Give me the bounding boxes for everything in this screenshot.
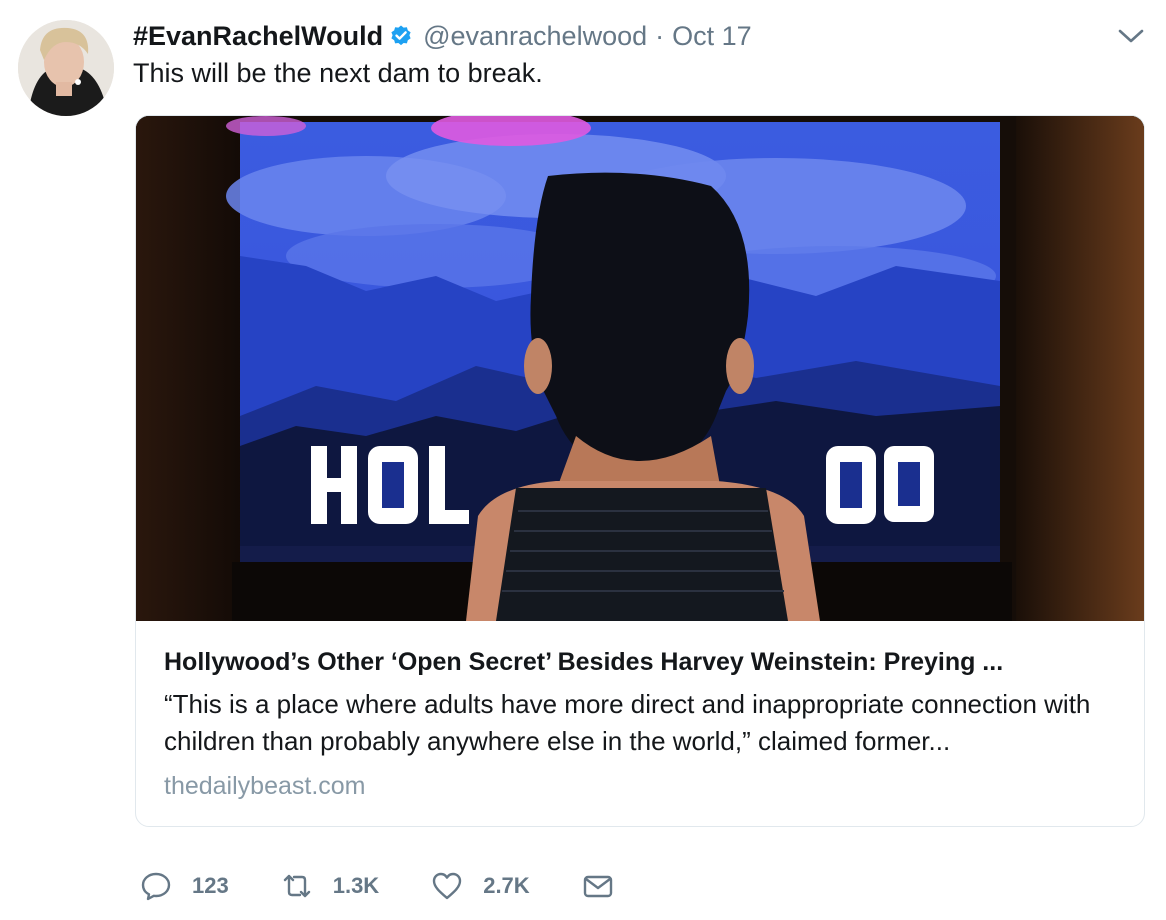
heart-icon: [431, 870, 463, 902]
like-count: 2.7K: [483, 873, 530, 898]
tweet-actions: 123 1.3K 2.7K: [140, 866, 666, 906]
link-card[interactable]: Hollywood’s Other ‘Open Secret’ Besides …: [135, 115, 1145, 827]
reply-button[interactable]: 123: [140, 870, 229, 902]
separator-dot: ·: [655, 20, 665, 51]
reply-bubble-icon: [140, 870, 172, 902]
display-name[interactable]: #EvanRachelWould: [133, 21, 383, 52]
tweet-date[interactable]: Oct 17: [672, 21, 752, 52]
verified-badge-icon: [389, 24, 413, 48]
tweet[interactable]: #EvanRachelWould @evanrachelwood · Oct 1…: [0, 0, 1166, 920]
handle[interactable]: @evanrachelwood: [423, 21, 647, 52]
like-button[interactable]: 2.7K: [431, 870, 530, 902]
tweet-text: This will be the next dam to break.: [133, 58, 543, 88]
retweet-count: 1.3K: [332, 873, 380, 898]
chevron-down-icon[interactable]: [1116, 24, 1146, 48]
card-body[interactable]: Hollywood’s Other ‘Open Secret’ Besides …: [164, 644, 1124, 804]
card-domain[interactable]: thedailybeast.com: [164, 768, 1124, 804]
reply-count: 123: [192, 873, 229, 898]
direct-message-button[interactable]: [582, 870, 614, 902]
card-description: “This is a place where adults have more …: [164, 689, 1091, 756]
avatar[interactable]: [18, 20, 114, 116]
card-image[interactable]: [136, 116, 1144, 621]
envelope-icon: [582, 870, 614, 902]
retweet-icon: [281, 870, 313, 902]
card-title[interactable]: Hollywood’s Other ‘Open Secret’ Besides …: [164, 644, 1124, 680]
retweet-button[interactable]: 1.3K: [281, 870, 379, 902]
tweet-header: #EvanRachelWould @evanrachelwood · Oct 1…: [133, 18, 752, 54]
